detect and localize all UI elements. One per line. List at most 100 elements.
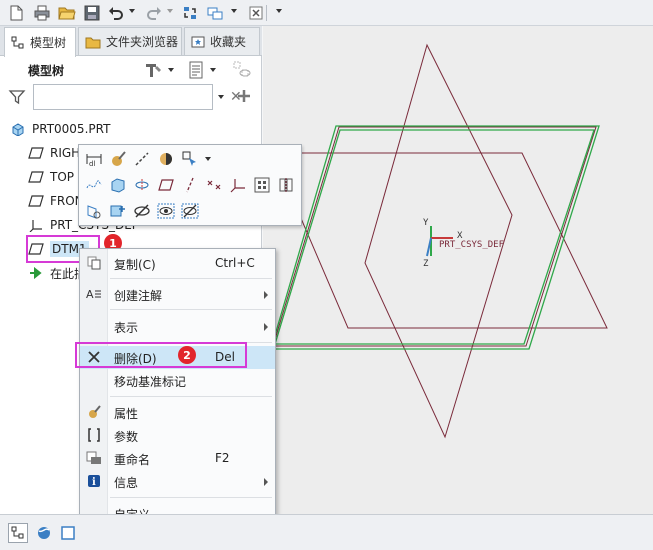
show-icon[interactable] — [186, 60, 206, 80]
redo-dropdown-icon[interactable] — [167, 9, 173, 13]
tree-root[interactable]: PRT0005.PRT — [10, 118, 110, 140]
filter-dropdown-icon[interactable] — [218, 95, 224, 99]
point-icon[interactable] — [204, 175, 224, 195]
new-icon[interactable] — [6, 3, 26, 23]
tree-settings-dropdown-icon[interactable] — [168, 68, 174, 72]
dimension-icon[interactable]: dl — [84, 149, 104, 169]
status-bar — [0, 514, 653, 550]
print-icon[interactable] — [32, 3, 52, 23]
tree-settings-icon[interactable] — [143, 60, 163, 80]
show-dropdown-icon[interactable] — [210, 68, 216, 72]
folder-browser-icon — [85, 37, 101, 48]
sketch-icon[interactable] — [84, 175, 104, 195]
browser-toggle-icon[interactable] — [34, 523, 54, 543]
select-icon[interactable] — [180, 149, 200, 169]
menu-item-representation[interactable]: 表示 — [80, 315, 275, 338]
tab-model-tree[interactable]: 模型树 — [4, 27, 76, 57]
menu-item-parameters[interactable]: 参数 — [80, 424, 275, 447]
menu-item-label: 复制(C) — [114, 258, 156, 272]
shading-icon[interactable] — [156, 149, 176, 169]
copy-icon — [86, 255, 102, 271]
submenu-arrow-icon — [264, 291, 268, 299]
axis-z-label: Z — [423, 259, 429, 269]
tab-label: 模型树 — [30, 36, 67, 50]
search-input[interactable]: ✕ — [33, 84, 242, 110]
undo-icon[interactable] — [106, 3, 126, 23]
full-screen-icon[interactable] — [58, 523, 78, 543]
svg-text:A: A — [86, 288, 94, 301]
save-icon[interactable] — [82, 3, 102, 23]
submenu-arrow-icon — [264, 323, 268, 331]
hide-body-icon[interactable] — [84, 201, 104, 221]
menu-item-properties[interactable]: 属性 — [80, 401, 275, 424]
tab-label: 文件夹浏览器 — [106, 35, 179, 49]
open-icon[interactable] — [57, 3, 77, 23]
tab-label: 收藏夹 — [210, 35, 247, 49]
model-view: Y X Z PRT_CSYS_DEF — [270, 43, 608, 439]
revolve-icon[interactable] — [132, 175, 152, 195]
close-icon[interactable] — [246, 3, 266, 23]
datum-plane-icon — [28, 193, 44, 209]
appearance-icon[interactable] — [108, 149, 128, 169]
menu-item-label: 表示 — [114, 321, 139, 335]
menu-separator — [110, 497, 272, 498]
csys-icon[interactable] — [228, 175, 248, 195]
csys-label: PRT_CSYS_DEF — [439, 240, 504, 250]
svg-text:i: i — [92, 477, 96, 488]
menu-item-create-annotation[interactable]: A 创建注解 — [80, 283, 275, 306]
svg-text:dl: dl — [89, 160, 95, 168]
rename-icon — [86, 450, 102, 466]
customize-dropdown-icon[interactable] — [276, 9, 282, 13]
datum-plane-icon — [28, 169, 44, 185]
menu-item-info[interactable]: i 信息 — [80, 470, 275, 493]
hide-others-icon[interactable] — [180, 201, 200, 221]
show-icon[interactable] — [156, 201, 176, 221]
annotation-icon: A — [86, 286, 102, 302]
hidden-items-icon[interactable] — [232, 60, 252, 80]
model-tree-icon — [11, 36, 24, 48]
regenerate-icon[interactable] — [180, 3, 200, 23]
window-icon[interactable] — [205, 3, 225, 23]
plane-icon[interactable] — [156, 175, 176, 195]
graphics-window[interactable]: Y X Z PRT_CSYS_DEF — [263, 26, 653, 514]
pattern-icon[interactable] — [252, 175, 272, 195]
menu-item-label: 信息 — [114, 476, 139, 490]
favorites-icon — [191, 36, 205, 47]
hide-icon[interactable] — [132, 201, 152, 221]
window-dropdown-icon[interactable] — [231, 9, 237, 13]
tree-root-label: PRT0005.PRT — [32, 122, 111, 136]
tree-header: 模型树 — [0, 56, 262, 84]
tab-folder-browser[interactable]: 文件夹浏览器 — [78, 27, 182, 56]
link-icon[interactable] — [132, 149, 152, 169]
tree-item-top[interactable]: TOP — [28, 166, 74, 188]
quick-access-toolbar — [0, 0, 653, 26]
mirror-icon[interactable] — [276, 175, 296, 195]
select-dropdown-icon[interactable] — [205, 157, 211, 161]
insert-arrow-icon — [28, 265, 44, 281]
menu-separator — [110, 278, 272, 279]
menu-item-copy[interactable]: 复制(C) Ctrl+C — [80, 252, 275, 275]
toolbar-separator — [266, 5, 267, 21]
add-body-icon[interactable] — [108, 201, 128, 221]
undo-dropdown-icon[interactable] — [129, 9, 135, 13]
part-icon — [10, 121, 26, 137]
menu-item-move-datum-tag[interactable]: 移动基准标记 — [80, 369, 275, 392]
filter-icon[interactable] — [8, 88, 26, 106]
menu-item-label: 移动基准标记 — [114, 375, 187, 389]
navigator-toggle-icon[interactable] — [8, 523, 28, 543]
tab-favorites[interactable]: 收藏夹 — [184, 27, 260, 56]
menu-item-rename[interactable]: 重命名 F2 — [80, 447, 275, 470]
navigator-tabs: 模型树 文件夹浏览器 收藏夹 — [0, 26, 262, 57]
add-icon[interactable] — [236, 88, 252, 104]
menu-separator — [110, 309, 272, 310]
menu-item-label: 参数 — [114, 430, 139, 444]
datum-plane-front — [272, 126, 597, 347]
filter-row: ✕ — [0, 84, 262, 114]
tree-title: 模型树 — [28, 64, 65, 78]
mini-toolbar: dl — [78, 144, 302, 226]
extrude-icon[interactable] — [108, 175, 128, 195]
context-menu: 复制(C) Ctrl+C A 创建注解 表示 删除(D) Del 移动基准标记 … — [79, 248, 276, 526]
redo-icon[interactable] — [144, 3, 164, 23]
axis-icon[interactable] — [180, 175, 200, 195]
menu-item-label: 重命名 — [114, 453, 151, 467]
